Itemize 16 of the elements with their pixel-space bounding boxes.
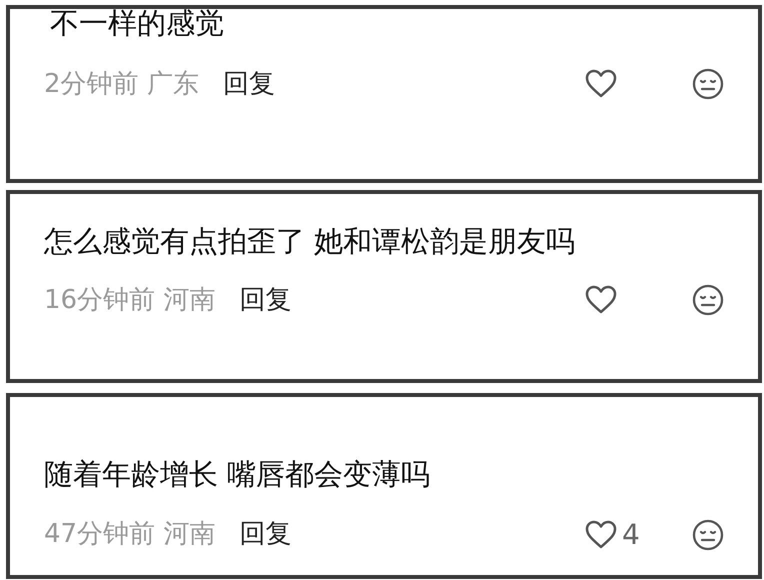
comment-text: 怎么感觉有点拍歪了 她和谭松韵是朋友吗 [44,224,576,259]
reply-link[interactable]: 回复 [222,64,275,104]
dislike-icon[interactable] [692,518,724,551]
like-icon[interactable] [584,520,618,550]
reply-link[interactable]: 回复 [239,280,292,320]
comment-text: 不一样的感觉 [49,6,225,41]
like-count: 4 [622,516,641,553]
comment-text: 随着年龄增长 嘴唇都会变薄吗 [44,457,432,492]
dislike-icon[interactable] [692,284,724,316]
comment-meta: 2分钟前 广东 [44,68,199,101]
dislike-icon[interactable] [692,68,724,100]
comment-meta: 16分钟前 河南 [44,284,216,317]
like-icon[interactable] [584,69,618,100]
reply-link[interactable]: 回复 [239,515,292,554]
like-icon[interactable] [584,285,618,316]
comment-meta: 47分钟前 河南 [44,518,216,552]
